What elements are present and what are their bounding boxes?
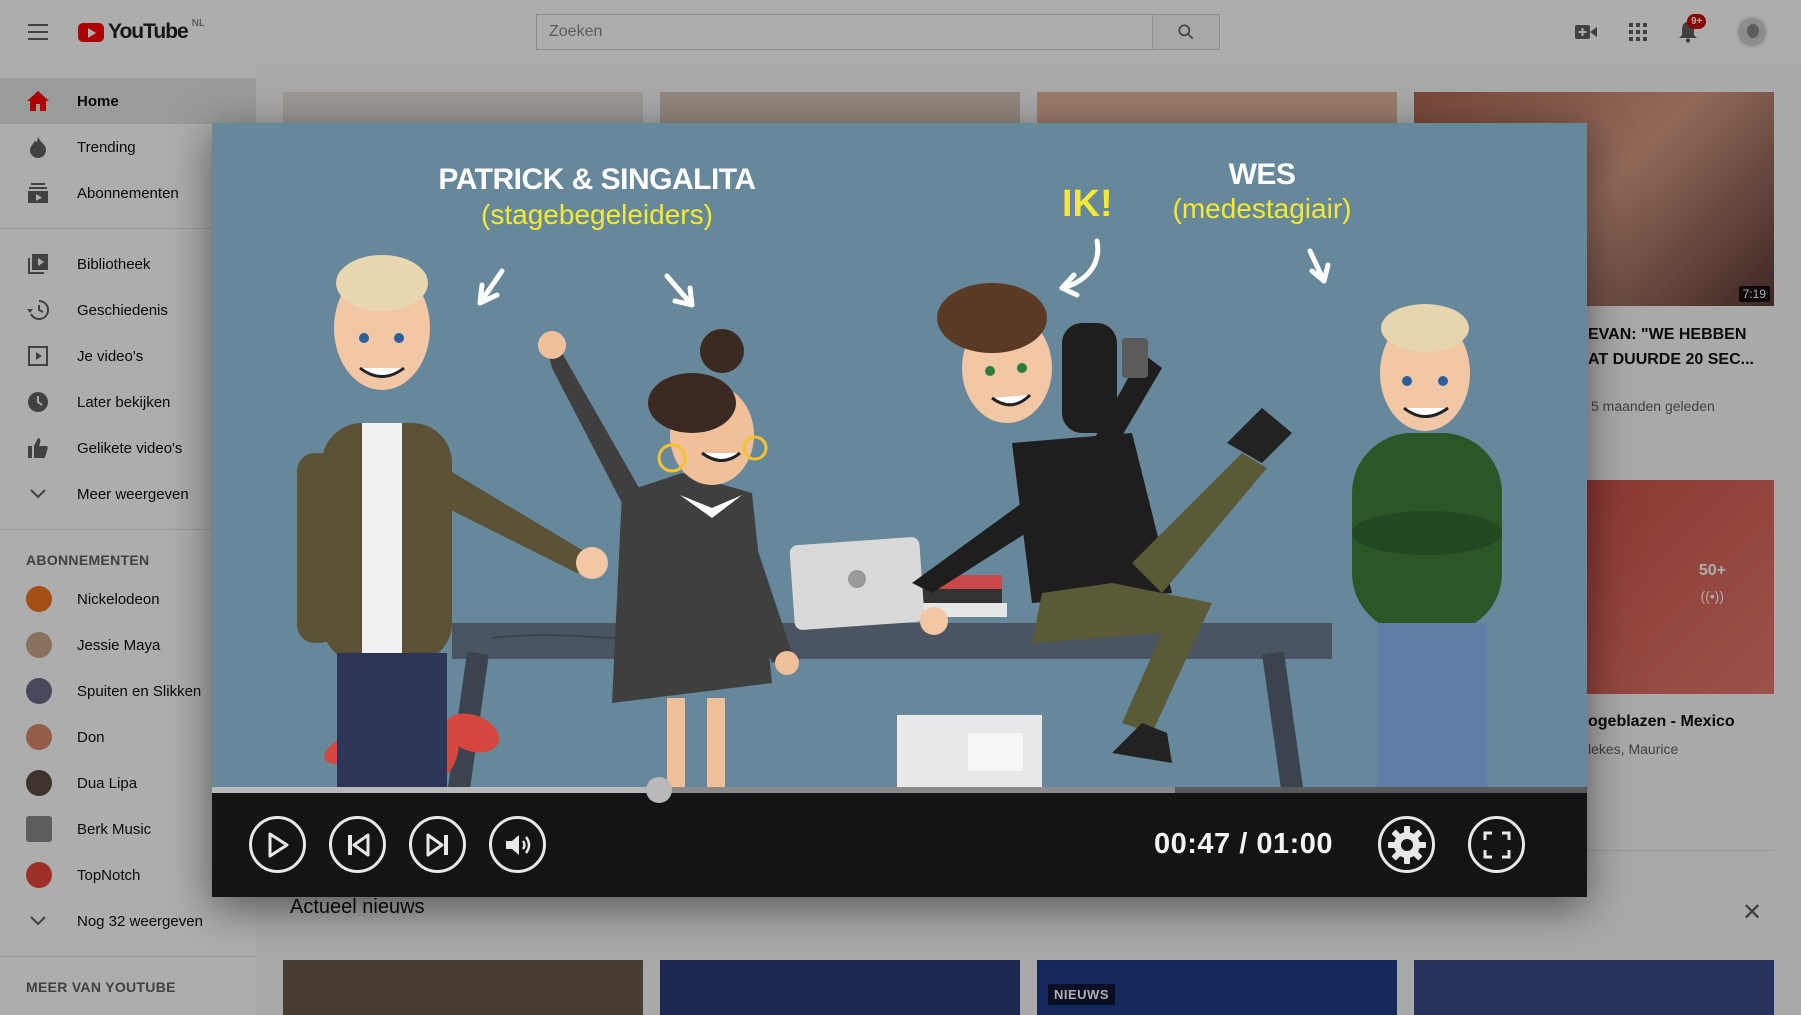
skip-previous-icon (347, 833, 369, 856)
volume-icon (505, 834, 530, 855)
volume-button[interactable] (489, 816, 546, 873)
label-medestagiair: (medestagiair) (1172, 193, 1352, 224)
skip-next-icon (426, 833, 448, 856)
gear-icon (1387, 825, 1426, 864)
video-player: PATRICK & SINGALITA (stagebegeleiders) I… (212, 123, 1587, 897)
next-button[interactable] (409, 816, 466, 873)
progress-fill (212, 787, 659, 793)
label-wes: WES (1228, 158, 1296, 191)
progress-scrubber-handle[interactable] (645, 777, 672, 803)
previous-button[interactable] (329, 816, 386, 873)
video-frame[interactable]: PATRICK & SINGALITA (stagebegeleiders) I… (212, 123, 1587, 790)
play-icon (268, 832, 288, 857)
label-patrick-singalita: PATRICK & SINGALITA (438, 163, 756, 196)
progress-bar[interactable] (212, 777, 1587, 803)
fullscreen-icon (1483, 831, 1510, 858)
settings-button[interactable] (1378, 816, 1435, 873)
time-display: 00:47 / 01:00 (1154, 828, 1334, 860)
play-button[interactable] (249, 816, 306, 873)
label-stagebegeleiders: (stagebegeleiders) (481, 199, 713, 230)
fullscreen-button[interactable] (1468, 816, 1525, 873)
label-ik: IK! (1062, 183, 1113, 225)
